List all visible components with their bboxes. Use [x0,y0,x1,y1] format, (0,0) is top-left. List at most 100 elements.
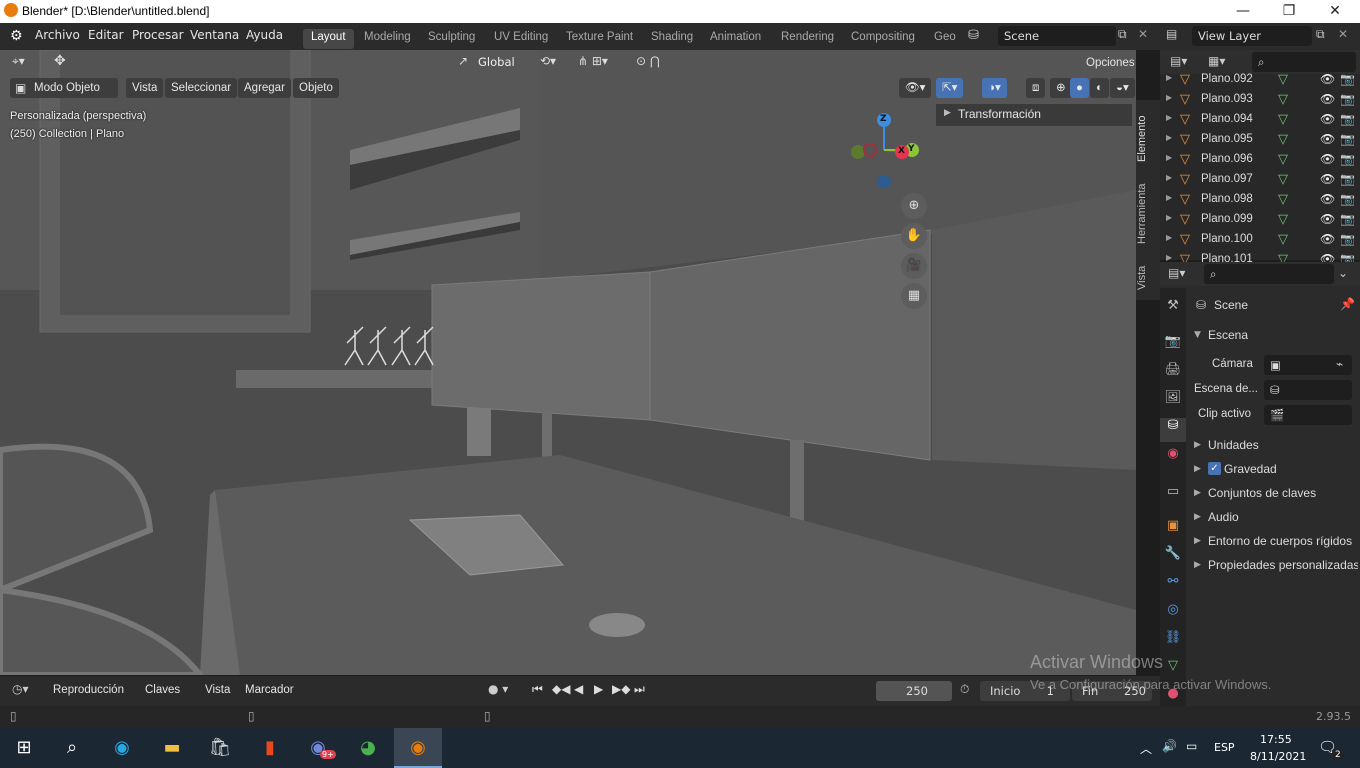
escena-panel-title[interactable]: Escena [1208,328,1248,342]
properties-options-icon[interactable]: ⌄ [1338,266,1348,280]
chrome-icon[interactable]: ◕ [348,728,388,768]
proportional-edit-icon[interactable]: ⊙ ⋂ [636,54,660,68]
minimize-button[interactable]: — [1220,0,1266,23]
output-tab-icon[interactable]: 🖨 [1160,362,1186,386]
search-icon[interactable]: ⌕ [52,728,92,768]
volume-icon[interactable]: 🔊 [1162,739,1177,753]
current-frame-field[interactable]: 250 [876,681,952,701]
menu-objeto[interactable]: Objeto [293,78,339,98]
expand-audio-icon[interactable]: ▶ [1194,512,1201,522]
scene-tab-icon[interactable]: ⛁ [1160,418,1186,442]
properties-search-input[interactable]: ⌕ [1204,264,1334,284]
snap-icon[interactable]: ⋔ ⊞▾ [578,54,608,68]
clock-date[interactable]: 8/11/2021 [1250,750,1306,763]
visibility-eye-icon[interactable]: 👁 [1320,192,1335,206]
tab-herramienta[interactable]: Herramienta [1136,183,1148,244]
outliner-row[interactable]: ▶ ▽ Plano.100 ▽ 👁 📷 [1160,230,1360,250]
options-dropdown[interactable]: Opciones [1080,53,1136,73]
next-keyframe-icon[interactable]: ▶◆ [612,682,630,696]
tab-shading[interactable]: Shading [643,29,701,49]
menu-vista-timeline[interactable]: Vista [199,680,236,700]
render-tab-icon[interactable]: 📷 [1160,334,1186,358]
outliner-search-input[interactable]: ⌕ [1252,52,1356,72]
menu-agregar[interactable]: Agregar [238,78,291,98]
tab-rendering[interactable]: Rendering [773,29,842,49]
menu-ayuda[interactable]: Ayuda [246,28,283,42]
language-indicator[interactable]: ESP [1214,741,1235,754]
expand-arrow-icon[interactable]: ▶ [1166,253,1172,262]
edge-icon[interactable]: ◉ [102,728,142,768]
network-icon[interactable]: ▭ [1186,739,1197,753]
transform-panel-header[interactable]: Transformación [936,104,1132,126]
pivot-icon[interactable]: ⟲▾ [540,54,556,68]
outliner-row[interactable]: ▶ ▽ Plano.097 ▽ 👁 📷 [1160,170,1360,190]
expand-arrow-icon[interactable]: ▶ [1166,73,1172,82]
constraints-tab-icon[interactable]: ⛓ [1160,630,1186,654]
scene-selector[interactable]: Scene [998,26,1116,46]
outliner-row[interactable]: ▶ ▽ Plano.096 ▽ 👁 📷 [1160,150,1360,170]
maximize-button[interactable]: ❐ [1266,0,1312,23]
tool-tab-icon[interactable]: ⚒ [1160,298,1186,322]
menu-procesar[interactable]: Procesar [132,28,184,42]
outliner-row[interactable]: ▶ ▽ Plano.094 ▽ 👁 📷 [1160,110,1360,130]
timeline-editor-icon[interactable]: ◷▾ [12,682,29,696]
active-clip-field[interactable]: 🎬 [1264,405,1352,425]
object-tab-icon[interactable]: ▣ [1160,518,1186,542]
ortho-toggle-icon[interactable]: ▦ [901,283,927,309]
collection-tab-icon[interactable]: ▭ [1160,484,1186,508]
visibility-eye-icon[interactable]: 👁 [1320,92,1335,106]
shading-wireframe-icon[interactable]: ⊕ [1050,78,1072,98]
zoom-icon[interactable]: ⊕ [901,193,927,219]
render-camera-icon[interactable]: 📷 [1340,132,1355,146]
view-layer-selector[interactable]: View Layer [1192,26,1312,46]
expand-arrow-icon[interactable]: ▶ [1166,173,1172,182]
properties-editor[interactable]: ▤▾ ⌕ ⌄ ⚒ 📷 🖨 🖼 ⛁ ◉ ▭ ▣ 🔧 ⚯ ◎ ⛓ ▽ ● ⛁ Sce… [1160,262,1360,708]
outliner-row[interactable]: ▶ ▽ Plano.092 ▽ 👁 📷 [1160,70,1360,90]
render-camera-icon[interactable]: 📷 [1340,232,1355,246]
outliner-editor-icon[interactable]: ▤▾ [1170,54,1187,68]
expand-conjuntos-icon[interactable]: ▶ [1194,488,1201,498]
tab-modeling[interactable]: Modeling [356,29,419,49]
windows-start-icon[interactable]: ⊞ [4,728,44,768]
stopwatch-icon[interactable]: ⏱ [960,682,969,697]
new-view-layer-icon[interactable]: ⧉ [1316,27,1325,42]
camera-view-icon[interactable]: 🎥 [901,253,927,279]
pin-icon[interactable]: 📌 [1340,297,1355,311]
display-mode-icon[interactable]: ▦▾ [1208,54,1225,68]
office-icon[interactable]: ▮ [250,728,290,768]
render-camera-icon[interactable]: 📷 [1340,212,1355,226]
modifier-tab-icon[interactable]: 🔧 [1160,546,1186,570]
expand-arrow-icon[interactable]: ▶ [1166,93,1172,102]
outliner-row[interactable]: ▶ ▽ Plano.095 ▽ 👁 📷 [1160,130,1360,150]
3d-viewport[interactable]: ⌖▾ ✥ ↗ Global ⟲▾ ⋔ ⊞▾ ⊙ ⋂ Opciones Modo … [0,50,1136,675]
menu-ventana[interactable]: Ventana [190,28,239,42]
outliner-row[interactable]: ▶ ▽ Plano.099 ▽ 👁 📷 [1160,210,1360,230]
tab-animation[interactable]: Animation [702,29,769,49]
close-button[interactable]: ✕ [1312,0,1358,23]
expand-arrow-icon[interactable]: ▶ [1166,113,1172,122]
render-camera-icon[interactable]: 📷 [1340,192,1355,206]
prev-keyframe-icon[interactable]: ◆◀ [552,682,570,696]
section-conjuntos-de-claves[interactable]: Conjuntos de claves [1208,486,1316,500]
menu-claves[interactable]: Claves [139,680,186,700]
render-camera-icon[interactable]: 📷 [1340,152,1355,166]
expand-arrow-icon[interactable]: ▶ [1166,193,1172,202]
world-tab-icon[interactable]: ◉ [1160,446,1186,470]
tab-texture-paint[interactable]: Texture Paint [558,29,641,49]
visibility-eye-icon[interactable]: 👁 [1320,132,1335,146]
overlay-toggle-icon[interactable]: ◑▾ [982,78,1007,98]
view-layer-icon[interactable]: ▤ [1166,27,1177,41]
section-unidades[interactable]: Unidades [1208,438,1259,452]
expand-gravedad-icon[interactable]: ▶ [1194,464,1201,474]
tab-sculpting[interactable]: Sculpting [420,29,483,49]
section-gravedad[interactable]: Gravedad [1224,462,1277,476]
background-scene-field[interactable]: ⛁ [1264,380,1352,400]
expand-arrow-icon[interactable]: ▶ [1166,153,1172,162]
transform-tool-icon[interactable]: ✥ [54,53,66,69]
section-custom-properties[interactable]: Propiedades personalizadas [1208,558,1358,572]
xray-icon[interactable]: ⧈ [1026,78,1046,98]
expand-rigid-icon[interactable]: ▶ [1194,536,1201,546]
outliner[interactable]: ▤▾ ▦▾ ⌕ ▶ ▽ Plano.092 ▽ 👁 📷 ▶ ▽ Plano.093 ▽ 👁 📷 ▶ ▽ Pl… [1160,50,1360,267]
menu-reproduccion[interactable]: Reproducción [47,680,130,700]
tray-chevron-icon[interactable]: ︿ [1140,740,1152,757]
